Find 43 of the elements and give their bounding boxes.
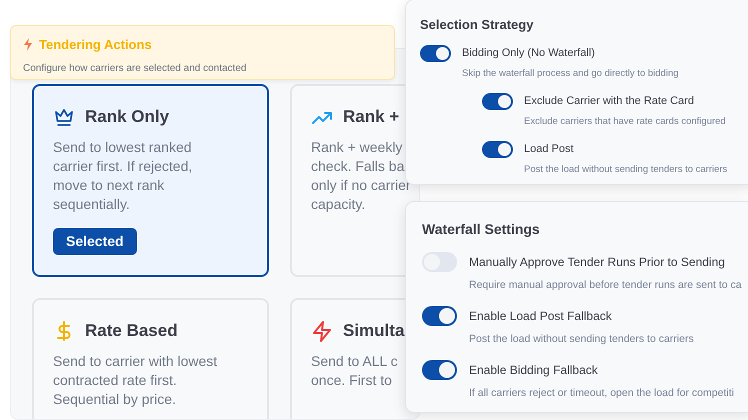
option-label: Enable Bidding Fallback [469,362,598,378]
lightning-icon [23,38,33,52]
card-description: only if no carrier [311,176,412,194]
card-description: sequentially. [53,194,131,214]
toggle-switch[interactable] [420,44,451,62]
section-title: Tendering Actions [39,36,152,54]
card-description: Send to ALL c [311,352,399,370]
toggle-switch[interactable] [482,92,513,110]
option-description: Exclude carriers that have rate cards configured [524,114,727,129]
card-title: Rank + [343,106,400,128]
option-label: Enable Load Post Fallback [469,308,612,325]
card-description: once. First to [311,370,393,390]
option-label: Manually Approve Tender Runs Prior to Sending [469,254,725,271]
option-description: Post the load without sending tenders to carriers [469,332,695,347]
card-description: Send to lowest ranked [53,138,193,156]
option-label: Load Post [524,142,574,158]
card-description: check. Falls ba [311,156,406,176]
option-label: Bidding Only (No Waterfall) [462,46,595,61]
option-description: Skip the waterfall process and go directly to bidding [462,66,680,80]
strategy-card[interactable]: Rank Only Send to lowest ranked carrier first. If rejected, move to next rank sequentially. Selected [32,84,269,277]
strategy-card[interactable]: Simulta Send to ALL c once. First to [290,298,419,419]
card-description: contracted rate first. [53,370,178,390]
card-title: Rank Only [85,106,170,128]
card-description: capacity. [311,194,366,214]
option-description: If all carriers reject or timeout, open the load for competiti [469,386,735,400]
card-description: Send to carrier with lowest [53,352,218,370]
panel-title: Selection Strategy [420,16,534,34]
card-description: Rank + weekly [311,138,404,156]
lightning-icon [311,320,333,342]
selected-badge: Selected [53,228,137,254]
panel-title: Waterfall Settings [422,220,541,239]
toggle-switch[interactable] [422,306,457,326]
card-title: Simulta [343,320,404,342]
option-label: Exclude Carrier with the Rate Card [524,94,694,109]
section-subtitle: Configure how carriers are selected and contacted [23,62,248,76]
option-description: Post the load without sending tenders to carriers [524,163,728,177]
toggle-switch[interactable] [422,360,457,380]
card-description: Sequential by price. [53,390,177,408]
card-description: carrier first. If rejected, [53,156,194,176]
toggle-switch[interactable] [482,141,513,158]
card-title: Rate Based [85,320,178,342]
strategy-card[interactable]: Rate Based Send to carrier with lowest contracted rate first. Sequential by price. [32,298,269,419]
card-description: move to next rank [53,176,166,194]
